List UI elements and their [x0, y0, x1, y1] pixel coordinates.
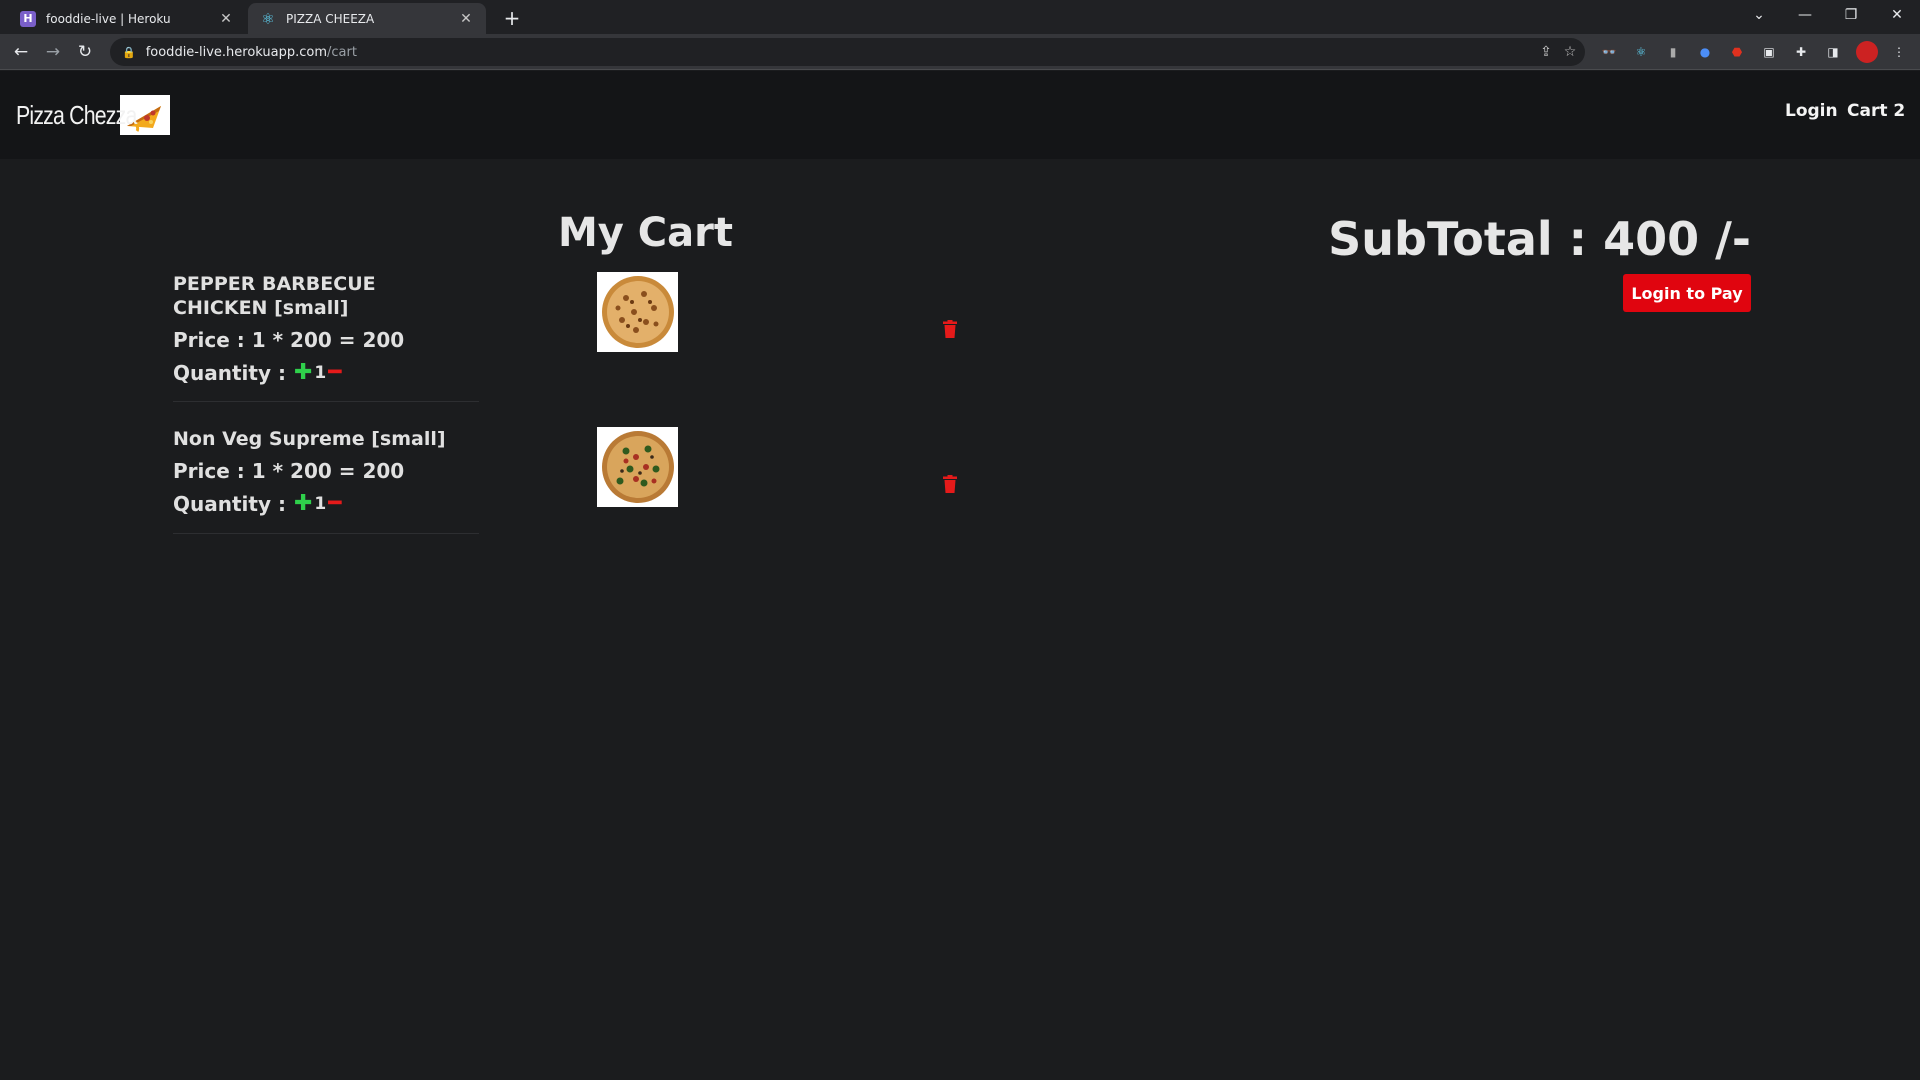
address-bar[interactable]: 🔒 fooddie-live.herokuapp.com/cart ⇪ ☆: [110, 38, 1585, 66]
extension-bottle-icon[interactable]: ▮: [1664, 43, 1682, 61]
minus-icon[interactable]: ━: [328, 360, 341, 385]
react-icon: ⚛: [261, 9, 275, 28]
ublock-icon[interactable]: ⬣: [1728, 43, 1746, 61]
reload-icon[interactable]: ↻: [72, 39, 98, 65]
brand-name: Pizza Chezza: [16, 99, 137, 130]
url-path: /cart: [327, 44, 357, 60]
nav-login-link[interactable]: Login: [1785, 101, 1838, 121]
subtotal-text: SubTotal : 400 /-: [1328, 212, 1751, 266]
item-quantity: Quantity : ✚ 1 ━: [173, 360, 479, 385]
tab-search-icon[interactable]: ⌄: [1736, 0, 1782, 30]
lock-icon: 🔒: [122, 45, 136, 59]
pizza-image: [597, 272, 678, 352]
tab-title: fooddie-live | Heroku: [46, 11, 171, 26]
window-close-button[interactable]: ✕: [1874, 0, 1920, 30]
cart-item: Non Veg Supreme [small] Price : 1 * 200 …: [173, 427, 479, 534]
browser-tab-pizza[interactable]: ⚛ PIZZA CHEEZA ✕: [248, 3, 486, 34]
extension-blue-icon[interactable]: ●: [1696, 43, 1714, 61]
item-name: PEPPER BARBECUE CHICKEN [small]: [173, 273, 376, 319]
minus-icon[interactable]: ━: [328, 491, 341, 516]
close-icon[interactable]: ✕: [458, 11, 474, 27]
trash-icon[interactable]: [942, 475, 958, 493]
back-icon[interactable]: ←: [8, 39, 34, 65]
pizza-image: [597, 427, 678, 507]
cart-item: PEPPER BARBECUE CHICKEN [small] Price : …: [173, 272, 479, 402]
browser-tab-bar: H fooddie-live | Heroku ✕ ⚛ PIZZA CHEEZA…: [0, 0, 1920, 34]
item-quantity: Quantity : ✚ 1 ━: [173, 491, 479, 516]
url-host: fooddie-live.herokuapp.com: [145, 44, 328, 60]
browser-toolbar: ← → ↻ 🔒 fooddie-live.herokuapp.com/cart …: [0, 34, 1920, 70]
extensions-puzzle-icon[interactable]: ✚: [1792, 43, 1810, 61]
close-icon[interactable]: ✕: [218, 11, 234, 27]
quantity-value: 1: [314, 493, 327, 514]
star-icon[interactable]: ☆: [1561, 43, 1579, 61]
forward-icon[interactable]: →: [40, 39, 66, 65]
quantity-label: Quantity :: [173, 491, 286, 516]
heroku-icon: H: [20, 10, 36, 27]
nav-cart-link[interactable]: Cart 2: [1847, 101, 1905, 121]
login-to-pay-button[interactable]: Login to Pay: [1623, 274, 1751, 312]
react-devtools-icon[interactable]: ⚛: [1632, 43, 1650, 61]
brand-logo-link[interactable]: Pizza Chezza: [16, 95, 170, 135]
item-name: Non Veg Supreme [small]: [173, 428, 446, 450]
page-title: My Cart: [558, 210, 733, 256]
profile-avatar[interactable]: [1856, 41, 1878, 63]
restore-button[interactable]: ❐: [1828, 0, 1874, 30]
side-panel-icon[interactable]: ◨: [1824, 43, 1842, 61]
item-price: Price : 1 * 200 = 200: [173, 459, 405, 483]
browser-tab-heroku[interactable]: H fooddie-live | Heroku ✕: [8, 3, 246, 34]
tab-title: PIZZA CHEEZA: [286, 11, 375, 26]
extension-box-icon[interactable]: ▣: [1760, 43, 1778, 61]
trash-icon[interactable]: [942, 320, 958, 338]
share-icon[interactable]: ⇪: [1537, 43, 1555, 61]
extension-glasses-icon[interactable]: 👓: [1600, 43, 1618, 61]
menu-kebab-icon[interactable]: ⋮: [1890, 43, 1908, 61]
plus-icon[interactable]: ✚: [294, 491, 312, 516]
plus-icon[interactable]: ✚: [294, 360, 312, 385]
quantity-value: 1: [314, 362, 327, 383]
site-navbar: Pizza Chezza Login Cart 2: [0, 71, 1920, 159]
item-price: Price : 1 * 200 = 200: [173, 328, 405, 352]
quantity-label: Quantity :: [173, 360, 286, 385]
new-tab-button[interactable]: +: [500, 6, 524, 30]
minimize-button[interactable]: —: [1782, 0, 1828, 30]
